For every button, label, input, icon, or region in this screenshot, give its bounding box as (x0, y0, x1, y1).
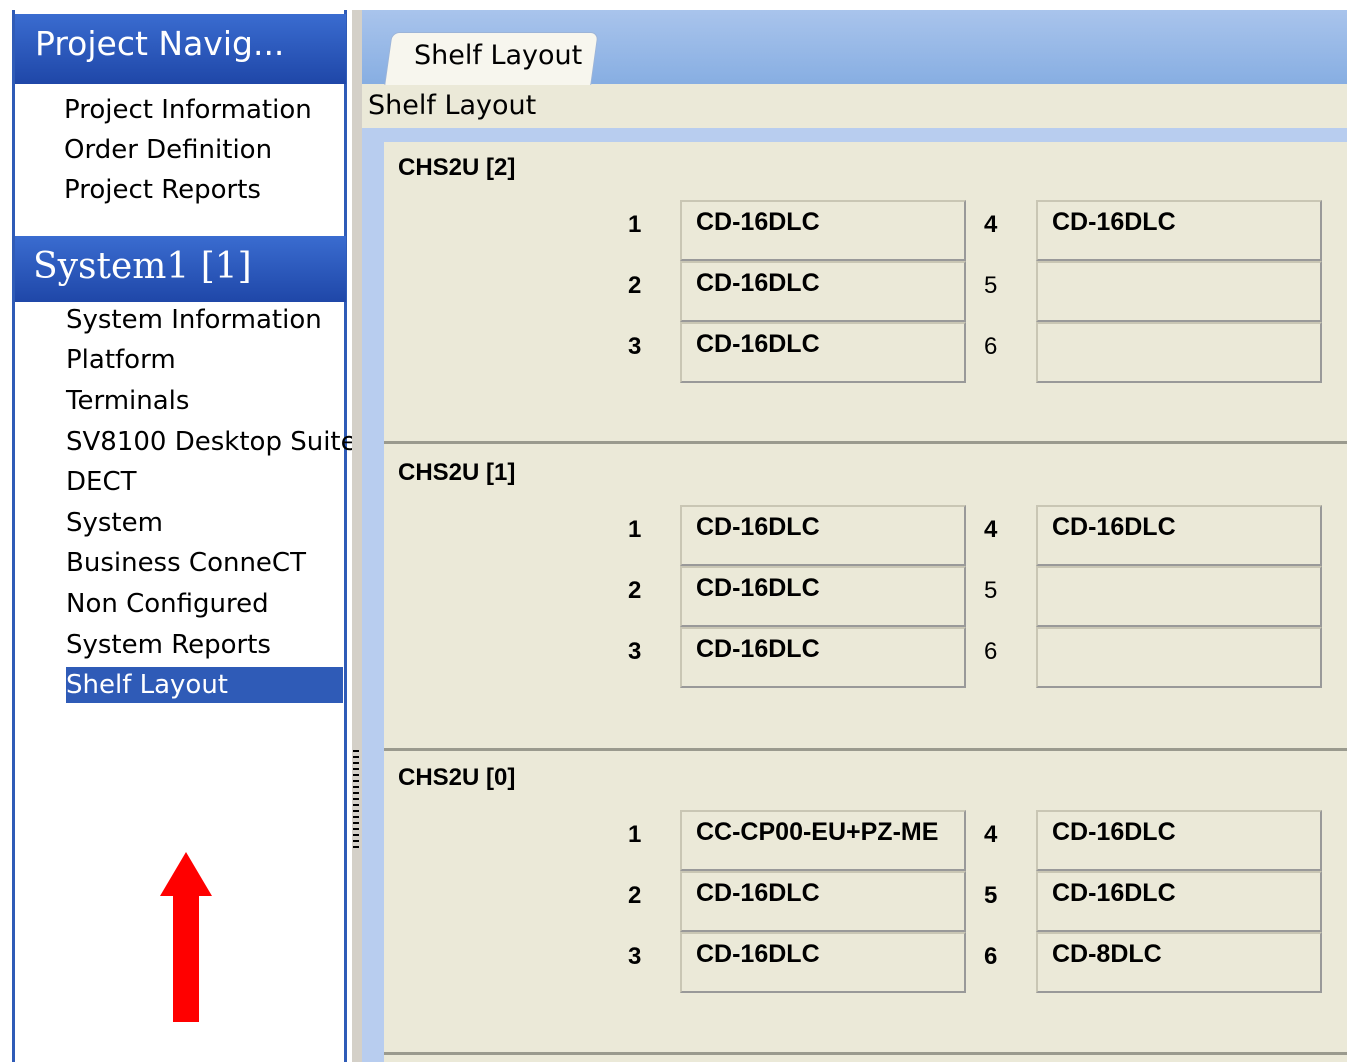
tab-shelf-layout-label: Shelf Layout (414, 40, 583, 71)
shelf-title: CHS2U [2] (398, 154, 516, 181)
shelf-title: CHS2U [1] (398, 459, 516, 486)
slot-empty[interactable] (1036, 627, 1322, 688)
slot-card-label: CD-16DLC (696, 330, 820, 358)
nav-item-project-information[interactable]: Project Information (64, 92, 312, 128)
nav-item-shelf-layout[interactable]: Shelf Layout (66, 667, 343, 703)
nav-item-dect[interactable]: DECT (66, 464, 136, 500)
slot-card[interactable]: CD-16DLC (680, 322, 966, 383)
page-title: Shelf Layout (368, 90, 537, 121)
shelf-panel: CHS2U [0] 1 CC-CP00-EU+PZ-ME 2 CD-16DLC … (384, 752, 1347, 1055)
slot-card-label: CD-16DLC (1052, 879, 1176, 907)
slot-card[interactable]: CD-16DLC (680, 566, 966, 627)
slot-empty[interactable] (1036, 322, 1322, 383)
pane-splitter[interactable] (352, 10, 362, 1062)
project-navigator-header[interactable]: Project Navig... (15, 14, 346, 84)
nav-item-system[interactable]: System (66, 505, 163, 541)
shelf-panel: CHS2U [1] 1 CD-16DLC 2 CD-16DLC 3 CD-16D… (384, 447, 1347, 751)
slot-number: 5 (984, 272, 998, 299)
slot-card-label: CD-16DLC (696, 574, 820, 602)
slot-empty[interactable] (1036, 566, 1322, 627)
system-section-title: System1 [1] (33, 246, 252, 287)
slot-number: 6 (984, 333, 998, 360)
slot-number: 2 (628, 272, 642, 299)
slot-card[interactable]: CD-16DLC (680, 505, 966, 566)
slot-card[interactable]: CD-16DLC (1036, 505, 1322, 566)
slot-number: 1 (628, 821, 642, 848)
tab-strip: Shelf Layout (362, 10, 1347, 85)
slot-number: 4 (984, 516, 998, 543)
slot-number: 3 (628, 638, 642, 665)
slot-card[interactable]: CD-16DLC (1036, 200, 1322, 261)
nav-item-project-reports[interactable]: Project Reports (64, 172, 261, 208)
project-navigator-title: Project Navig... (35, 24, 285, 63)
slot-number: 4 (984, 211, 998, 238)
slot-card-label: CD-16DLC (696, 635, 820, 663)
slot-card-label: CD-16DLC (696, 208, 820, 236)
slot-card-label: CD-16DLC (1052, 513, 1176, 541)
nav-item-order-definition[interactable]: Order Definition (64, 132, 272, 168)
slot-card[interactable]: CD-16DLC (1036, 871, 1322, 932)
nav-border (344, 10, 347, 1062)
slot-number: 5 (984, 577, 998, 604)
slot-card[interactable]: CD-16DLC (680, 871, 966, 932)
slot-card[interactable]: CD-16DLC (680, 627, 966, 688)
nav-item-platform[interactable]: Platform (66, 342, 176, 378)
slot-card[interactable]: CD-16DLC (680, 932, 966, 993)
shelf-title: CHS2U [0] (398, 764, 516, 791)
nav-item-terminals[interactable]: Terminals (66, 383, 189, 419)
slot-number: 1 (628, 211, 642, 238)
slot-empty[interactable] (1036, 261, 1322, 322)
splitter-grip-icon[interactable] (353, 750, 359, 850)
slot-number: 2 (628, 577, 642, 604)
red-up-arrow-icon (160, 852, 212, 1022)
slot-card[interactable]: CC-CP00-EU+PZ-ME (680, 810, 966, 871)
slot-card[interactable]: CD-16DLC (680, 200, 966, 261)
slot-card-label: CD-16DLC (696, 879, 820, 907)
slot-card[interactable]: CD-16DLC (680, 261, 966, 322)
shelves-container: CHS2U [2] 1 CD-16DLC 2 CD-16DLC 3 CD-16D… (384, 142, 1347, 1062)
panel-left-strip (362, 128, 384, 1062)
slot-number: 1 (628, 516, 642, 543)
slot-number: 6 (984, 943, 998, 970)
slot-card-label: CD-16DLC (1052, 208, 1176, 236)
slot-card[interactable]: CD-8DLC (1036, 932, 1322, 993)
slot-number: 4 (984, 821, 998, 848)
slot-number: 3 (628, 333, 642, 360)
slot-card-label: CD-16DLC (696, 940, 820, 968)
slot-number: 6 (984, 638, 998, 665)
slot-card-label: CD-16DLC (696, 269, 820, 297)
slot-number: 3 (628, 943, 642, 970)
slot-card-label: CD-8DLC (1052, 940, 1162, 968)
system-section-header[interactable]: System1 [1] (15, 236, 346, 302)
nav-item-business-connect[interactable]: Business ConneCT (66, 545, 306, 581)
main-pane: Shelf Layout Shelf Layout CHS2U [2] 1 CD… (362, 10, 1347, 1062)
nav-item-system-information[interactable]: System Information (66, 302, 322, 338)
slot-card[interactable]: CD-16DLC (1036, 810, 1322, 871)
slot-card-label: CC-CP00-EU+PZ-ME (696, 818, 939, 846)
slot-card-label: CD-16DLC (696, 513, 820, 541)
panel-header-strip (362, 128, 1347, 142)
nav-item-non-configured[interactable]: Non Configured (66, 586, 269, 622)
project-navigator: Project Navig... Project Information Ord… (0, 0, 357, 1062)
slot-card-label: CD-16DLC (1052, 818, 1176, 846)
shelf-panel: CHS2U [2] 1 CD-16DLC 2 CD-16DLC 3 CD-16D… (384, 142, 1347, 444)
slot-number: 2 (628, 882, 642, 909)
nav-item-system-reports[interactable]: System Reports (66, 627, 271, 663)
slot-number: 5 (984, 882, 998, 909)
nav-item-sv8100-desktop-suite[interactable]: SV8100 Desktop Suite (66, 424, 357, 460)
